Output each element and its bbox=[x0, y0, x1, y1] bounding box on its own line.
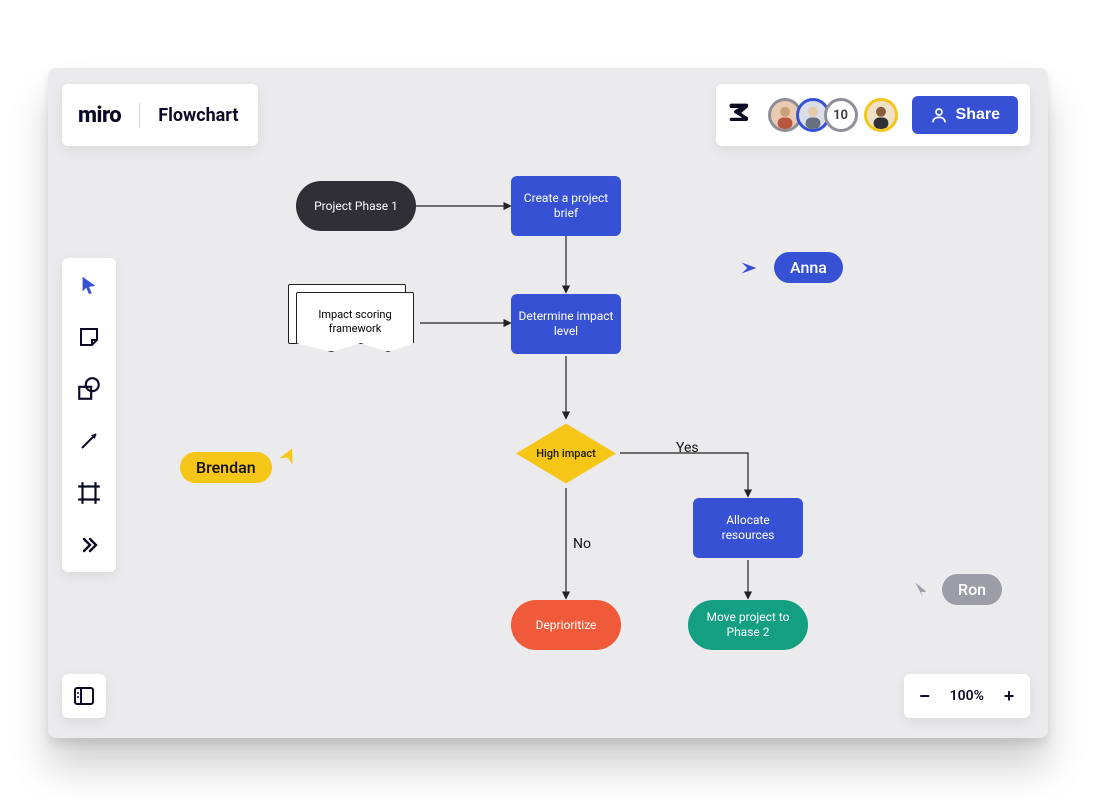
flow-phase2-label: Move project to Phase 2 bbox=[692, 610, 804, 640]
cursor-label: Anna bbox=[774, 252, 843, 283]
flow-allocate-label: Allocate resources bbox=[699, 513, 797, 543]
cursor-icon bbox=[738, 257, 760, 279]
flow-deprioritize-node[interactable]: Deprioritize bbox=[511, 600, 621, 650]
cursor-anna: Anna bbox=[738, 252, 843, 283]
flow-document-node[interactable]: Impact scoring framework bbox=[288, 284, 418, 354]
cursor-label: Ron bbox=[942, 574, 1002, 605]
flow-start-label: Project Phase 1 bbox=[314, 199, 398, 213]
cursor-ron: Ron bbox=[910, 574, 1002, 605]
flow-determine-node[interactable]: Determine impact level bbox=[511, 294, 621, 354]
edge-label-yes: Yes bbox=[676, 440, 699, 456]
edge-label-no: No bbox=[573, 536, 591, 552]
canvas[interactable]: Project Phase 1 Create a project brief I… bbox=[48, 68, 1048, 738]
board-area[interactable]: miro Flowchart 10 Share bbox=[48, 68, 1048, 738]
cursor-label: Brendan bbox=[180, 452, 272, 483]
flow-decision-node[interactable]: High impact bbox=[511, 416, 621, 491]
cursor-icon bbox=[910, 579, 932, 601]
flow-determine-label: Determine impact level bbox=[517, 309, 615, 339]
flow-doc-label: Impact scoring framework bbox=[297, 308, 413, 336]
flow-brief-node[interactable]: Create a project brief bbox=[511, 176, 621, 236]
cursor-brendan: Brendan bbox=[180, 452, 306, 483]
flow-allocate-node[interactable]: Allocate resources bbox=[693, 498, 803, 558]
flow-decision-label: High impact bbox=[536, 447, 596, 460]
flow-deprioritize-label: Deprioritize bbox=[536, 618, 597, 632]
flow-phase2-node[interactable]: Move project to Phase 2 bbox=[688, 600, 808, 650]
flow-brief-label: Create a project brief bbox=[517, 191, 615, 221]
flow-start-node[interactable]: Project Phase 1 bbox=[296, 181, 416, 231]
cursor-icon bbox=[278, 444, 300, 466]
